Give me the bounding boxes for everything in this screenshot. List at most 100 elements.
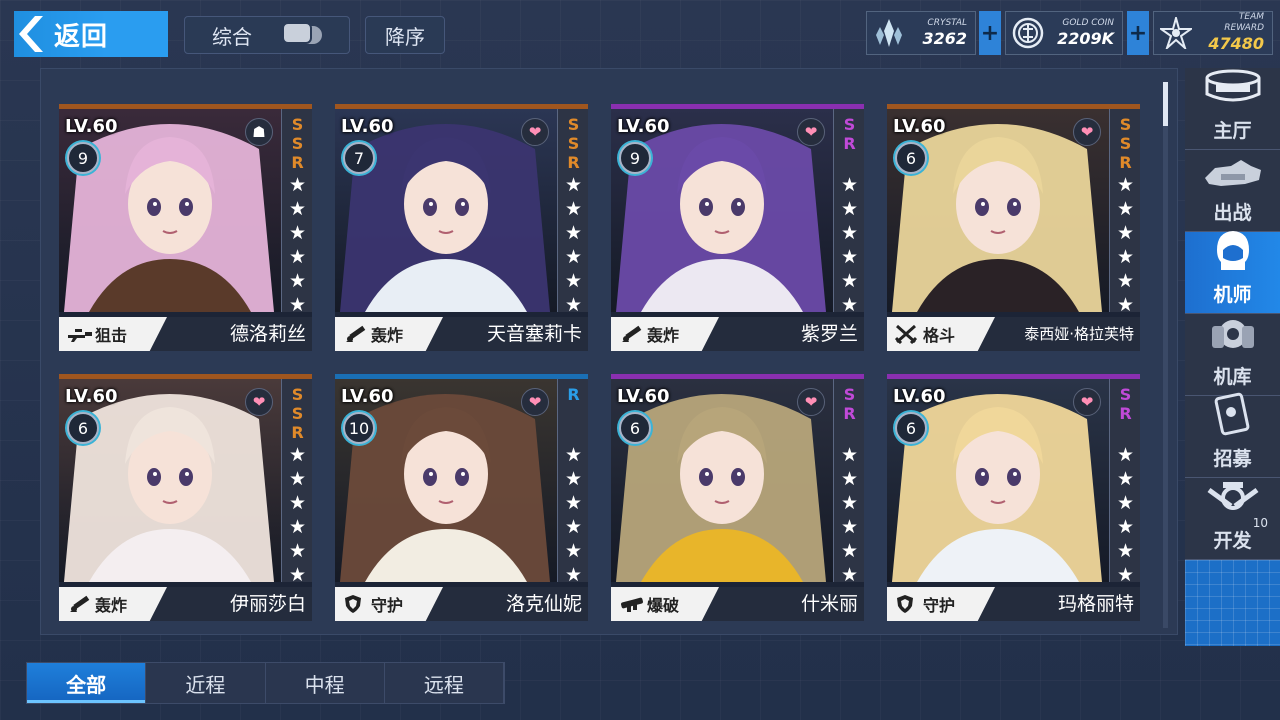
heart-icon[interactable]: ❤	[521, 118, 549, 146]
heart-icon[interactable]: ❤	[521, 388, 549, 416]
star-icon: ★	[564, 198, 583, 220]
pilot-name: 德洛莉丝	[229, 323, 306, 345]
class-tag: 爆破	[611, 587, 719, 621]
nav-label: 开发	[1213, 530, 1252, 552]
gold-coin-value: 2209K	[1057, 28, 1114, 48]
tab-1[interactable]: 近程	[146, 663, 266, 703]
class-tag: 轰炸	[611, 317, 719, 351]
rarity-column: SSR ★ ★ ★ ★ ★ ★	[1109, 109, 1140, 316]
nav-label: 招募	[1213, 448, 1252, 470]
pilot-card[interactable]: LV.60 6 ❤ SSR ★ ★ ★ ★ ★ ★ 轰炸 伊丽莎白	[59, 374, 312, 621]
rarity-label: SR	[840, 115, 859, 153]
heart-icon[interactable]: ❤	[1073, 388, 1101, 416]
scrollbar-thumb[interactable]	[1163, 82, 1168, 126]
heart-icon[interactable]: ❤	[1073, 118, 1101, 146]
pilot-card[interactable]: LV.60 6 ❤ SSR ★ ★ ★ ★ ★ ★ 格斗 泰西娅·格拉芙特	[887, 104, 1140, 351]
rarity-label: SSR	[288, 115, 307, 172]
sniper-icon	[67, 324, 95, 344]
hall-icon	[1202, 68, 1264, 112]
class-name: 狙击	[95, 326, 128, 345]
minimap-thumbnail[interactable]	[1185, 560, 1280, 646]
side-nav: 主厅 出战 机师 机库 招募 开发 10	[1185, 68, 1280, 646]
pilot-card[interactable]: LV.60 9 ❤ SR ★ ★ ★ ★ ★ ★ 轰炸 紫罗兰	[611, 104, 864, 351]
class-name: 轰炸	[371, 326, 404, 345]
star-icon: ★	[564, 270, 583, 292]
heart-icon[interactable]: ❤	[245, 388, 273, 416]
star-icon: ★	[564, 174, 583, 196]
star-icon: ★	[1116, 516, 1135, 538]
back-button[interactable]: 返回	[14, 11, 168, 57]
star-icon: ★	[1116, 444, 1135, 466]
star-icon: ★	[840, 540, 859, 562]
rank-value: 9	[77, 148, 89, 168]
class-name: 爆破	[647, 596, 680, 615]
class-tag: 狙击	[59, 317, 167, 351]
crystal-icon	[867, 12, 911, 54]
star-icon: ★	[1116, 294, 1135, 316]
rarity-label: SR	[1116, 385, 1135, 423]
pilot-level: LV.60	[65, 116, 118, 137]
star-rating: ★ ★ ★ ★ ★ ★	[1110, 443, 1141, 587]
sort-dropdown[interactable]: 综合	[184, 16, 350, 54]
nav-item-develop[interactable]: 开发 10	[1185, 478, 1280, 560]
star-icon: ★	[840, 492, 859, 514]
star-icon: ★	[1116, 468, 1135, 490]
star-icon: ★	[840, 564, 859, 586]
pilot-card[interactable]: LV.60 7 ❤ SSR ★ ★ ★ ★ ★ ★ 轰炸 天音塞莉卡	[335, 104, 588, 351]
class-tag: 轰炸	[59, 587, 167, 621]
nav-item-recruit[interactable]: 招募	[1185, 392, 1280, 478]
heart-icon[interactable]: ❤	[797, 118, 825, 146]
tab-2[interactable]: 中程	[266, 663, 385, 703]
add-crystal-button[interactable]: +	[979, 11, 1001, 55]
tab-0[interactable]: 全部	[27, 663, 147, 703]
nav-item-hangar[interactable]: 机库	[1185, 314, 1280, 396]
pilot-name: 伊丽莎白	[229, 593, 306, 615]
rarity-column: R ★ ★ ★ ★ ★ ★	[557, 379, 588, 586]
pilot-name: 什米丽	[800, 593, 858, 615]
heart-icon[interactable]: ❤	[797, 388, 825, 416]
star-icon: ★	[1116, 222, 1135, 244]
toggle-icon	[282, 22, 322, 44]
rarity-column: SR ★ ★ ★ ★ ★ ★	[833, 109, 864, 316]
rank-badge: 6	[895, 142, 927, 174]
pilot-card[interactable]: LV.60 6 ❤ SR ★ ★ ★ ★ ★ ★ 守护 玛格丽特	[887, 374, 1140, 621]
pilot-card[interactable]: LV.60 6 ❤ SR ★ ★ ★ ★ ★ ★ 爆破 什米丽	[611, 374, 864, 621]
class-name: 守护	[923, 596, 956, 615]
rarity-column: SR ★ ★ ★ ★ ★ ★	[1109, 379, 1140, 586]
class-name: 守护	[371, 596, 404, 615]
star-icon: ★	[1116, 564, 1135, 586]
star-rating: ★ ★ ★ ★ ★ ★	[558, 173, 589, 317]
star-rating: ★ ★ ★ ★ ★ ★	[282, 443, 313, 587]
star-icon: ★	[1116, 174, 1135, 196]
order-label: 降序	[385, 24, 425, 49]
pilot-level: LV.60	[893, 386, 946, 407]
class-tag: 守护	[335, 587, 443, 621]
rank-value: 7	[353, 148, 365, 168]
pilot-card[interactable]: LV.60 9 ☗ SSR ★ ★ ★ ★ ★ ★ 狙击 德洛莉丝	[59, 104, 312, 351]
scrollbar[interactable]	[1163, 82, 1168, 628]
rarity-column: SR ★ ★ ★ ★ ★ ★	[833, 379, 864, 586]
star-rating: ★ ★ ★ ★ ★ ★	[558, 443, 589, 587]
pilot-name: 泰西娅·格拉芙特	[1024, 325, 1134, 343]
star-rating: ★ ★ ★ ★ ★ ★	[282, 173, 313, 317]
pilot-name: 紫罗兰	[800, 323, 858, 345]
add-gold-button[interactable]: +	[1127, 11, 1149, 55]
nav-item-sortie[interactable]: 出战	[1185, 150, 1280, 232]
nav-item-pilot[interactable]: 机师	[1185, 231, 1280, 314]
star-rating: ★ ★ ★ ★ ★ ★	[1110, 173, 1141, 317]
rarity-label: SSR	[564, 115, 583, 172]
rarity-label: SR	[840, 385, 859, 423]
back-label: 返回	[54, 21, 109, 52]
star-icon: ★	[840, 444, 859, 466]
pilot-card[interactable]: LV.60 10 ❤ R ★ ★ ★ ★ ★ ★ 守护 洛克仙妮	[335, 374, 588, 621]
gold-coin-icon	[1006, 12, 1050, 54]
emblem-icon[interactable]: ☗	[245, 118, 273, 146]
mortar-icon	[619, 324, 647, 344]
pilot-level: LV.60	[893, 116, 946, 137]
nav-item-hall[interactable]: 主厅	[1185, 68, 1280, 150]
rank-badge: 10	[343, 412, 375, 444]
tab-3[interactable]: 远程	[385, 663, 504, 703]
pilot-name: 洛克仙妮	[505, 593, 582, 615]
team-reward-caption: TEAM REWARD	[1224, 12, 1264, 33]
order-button[interactable]: 降序	[365, 16, 445, 54]
